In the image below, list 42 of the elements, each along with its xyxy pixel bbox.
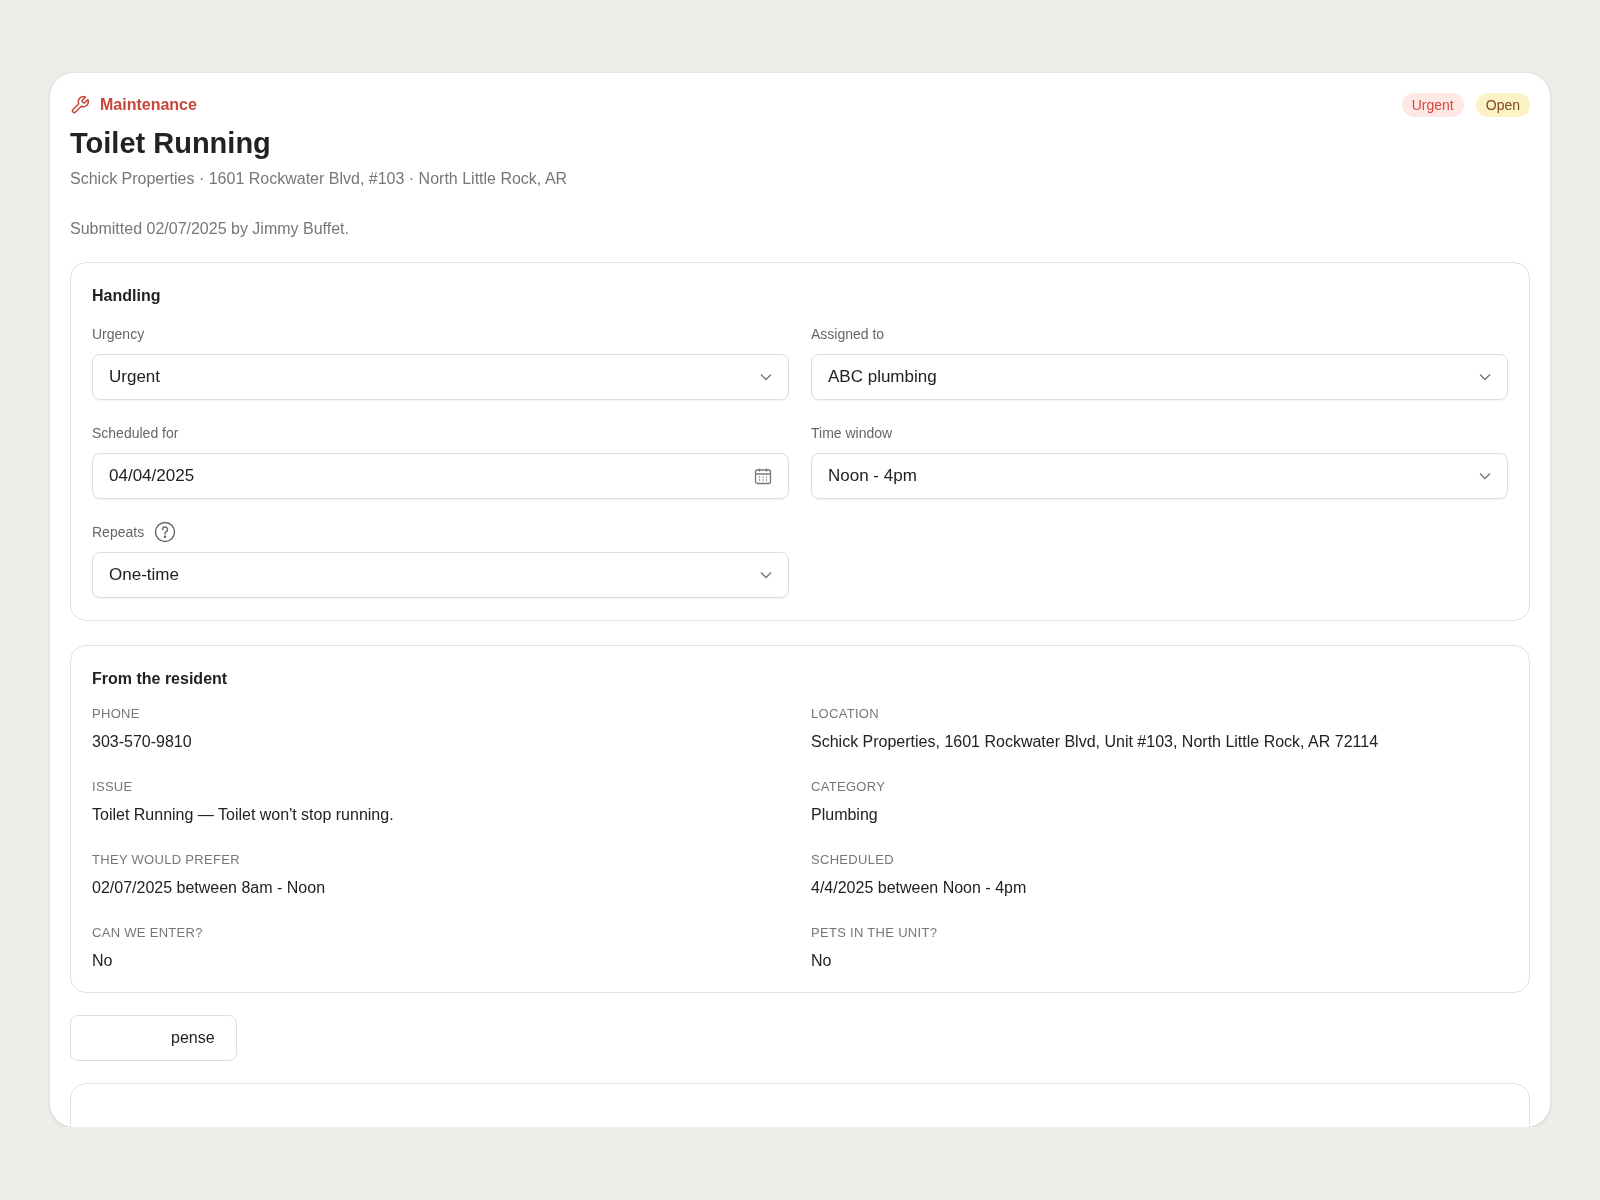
- chevron-down-icon: [760, 571, 772, 579]
- chevron-down-icon: [1479, 472, 1491, 480]
- section-title: Handling: [92, 287, 162, 305]
- info-value: 303-570-9810: [92, 733, 193, 751]
- address-text: Schick Properties · 1601 Rockwater Blvd, #103 · North Little Rock, AR: [70, 170, 569, 188]
- page-title: Toilet Running: [70, 127, 272, 160]
- info-label: PHONE: [92, 706, 141, 721]
- select-field[interactable]: One-time: [92, 552, 789, 598]
- select-field[interactable]: Noon - 4pm: [811, 453, 1508, 499]
- info-label: LOCATION: [811, 706, 880, 721]
- expense-button[interactable]: pense: [70, 1015, 237, 1061]
- field-label: Assigned to: [811, 326, 885, 342]
- category-label: Maintenance: [100, 96, 197, 114]
- select-field[interactable]: Urgent: [92, 354, 789, 400]
- info-label: ISSUE: [92, 779, 134, 794]
- section-title: From the resident: [92, 670, 229, 688]
- wrench-icon: [70, 95, 90, 115]
- info-value: Plumbing: [811, 806, 879, 824]
- info-label: PETS IN THE UNIT?: [811, 925, 939, 940]
- submitted-text: Submitted 02/07/2025 by Jimmy Buffet.: [70, 220, 350, 238]
- field-label: Time window: [811, 425, 893, 441]
- help-icon[interactable]: [154, 521, 177, 543]
- calendar-icon: [754, 467, 772, 485]
- date-field[interactable]: 04/04/2025: [92, 453, 789, 499]
- field-label: Scheduled for: [92, 425, 179, 441]
- info-value: 02/07/2025 between 8am - Noon: [92, 879, 327, 897]
- info-value: No: [92, 952, 114, 970]
- chevron-down-icon: [760, 373, 772, 381]
- info-label: CATEGORY: [811, 779, 887, 794]
- info-label: THEY WOULD PREFER: [92, 852, 241, 867]
- status-badge: Open: [1475, 93, 1530, 117]
- info-value: Schick Properties, 1601 Rockwater Blvd, Unit #103, North Little Rock, AR 72114: [811, 733, 1380, 751]
- info-value: No: [811, 952, 833, 970]
- info-label: CAN WE ENTER?: [92, 925, 204, 940]
- status-badge: Urgent: [1401, 93, 1464, 117]
- chevron-down-icon: [1479, 373, 1491, 381]
- info-value: 4/4/2025 between Noon - 4pm: [811, 879, 1028, 897]
- field-label: Urgency: [92, 326, 145, 342]
- select-field[interactable]: ABC plumbing: [811, 354, 1508, 400]
- field-label: Repeats: [92, 524, 145, 540]
- info-value: Toilet Running — Toilet won't stop running.: [92, 806, 395, 824]
- info-label: SCHEDULED: [811, 852, 895, 867]
